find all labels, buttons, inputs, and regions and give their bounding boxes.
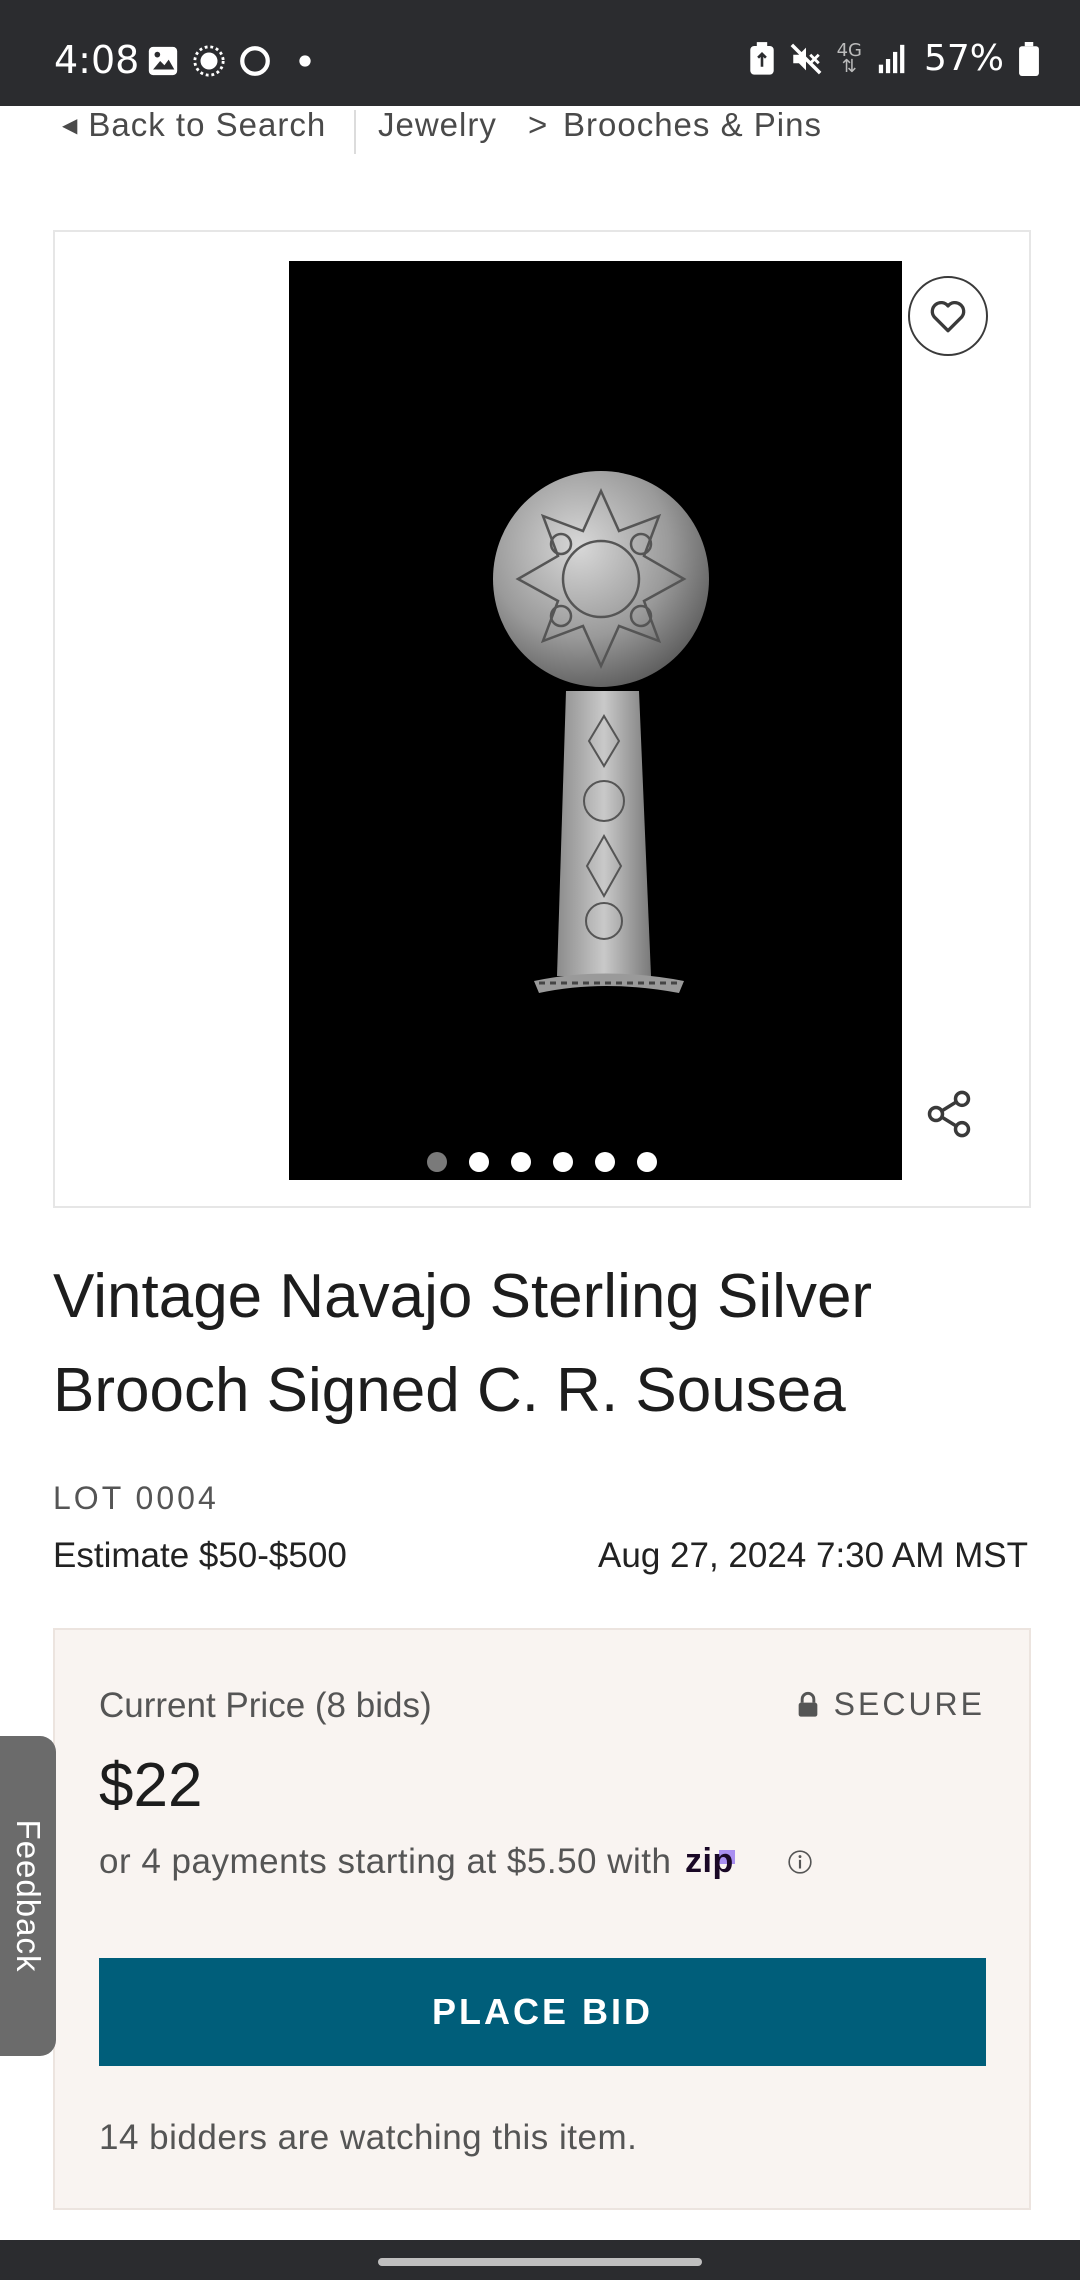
favorite-button[interactable] xyxy=(908,276,988,356)
current-price: $22 xyxy=(99,1751,203,1820)
payments-line: or 4 payments starting at $5.50 with zip xyxy=(99,1842,813,1882)
watchers-text: 14 bidders are watching this item. xyxy=(99,2118,638,2157)
back-to-search-link[interactable]: ◀ Back to Search xyxy=(62,106,326,144)
lot-number: LOT 0004 xyxy=(53,1480,219,1516)
lock-icon xyxy=(798,1691,817,1717)
back-to-search-label: Back to Search xyxy=(88,106,327,143)
place-bid-button[interactable]: PLACE BID xyxy=(99,1958,986,2066)
status-bar: 4:08 4G ⇅ 57% xyxy=(0,0,1080,106)
auction-date: Aug 27, 2024 7:30 AM MST xyxy=(598,1536,1028,1575)
secure-badge: SECURE xyxy=(796,1686,985,1723)
dot-icon xyxy=(299,55,311,67)
4g-icon: 4G ⇅ xyxy=(836,39,862,77)
battery-icon xyxy=(1019,41,1039,76)
chevron-right-icon: > xyxy=(528,106,549,143)
bid-panel: Current Price (8 bids) SECURE $22 or 4 p… xyxy=(53,1628,1031,2210)
status-time: 4:08 xyxy=(54,38,140,82)
feedback-tab[interactable]: Feedback xyxy=(0,1736,56,2056)
zip-logo[interactable]: zip xyxy=(683,1842,775,1882)
record-icon xyxy=(193,45,225,77)
feedback-label: Feedback xyxy=(10,1819,47,1973)
gallery-dot[interactable] xyxy=(553,1152,573,1172)
navigation-bar xyxy=(0,2240,1080,2280)
mute-icon xyxy=(790,43,821,74)
gallery-dot[interactable] xyxy=(637,1152,657,1172)
share-button[interactable] xyxy=(917,1082,981,1146)
signal-icon xyxy=(878,44,905,73)
image-gallery xyxy=(53,230,1031,1208)
heart-icon xyxy=(930,301,966,333)
item-title: Vintage Navajo Sterling Silver Brooch Si… xyxy=(53,1262,873,1425)
caret-left-icon: ◀ xyxy=(62,114,79,137)
circle-icon xyxy=(240,46,270,76)
status-right: 4G ⇅ 57% xyxy=(749,38,1040,79)
product-photo[interactable] xyxy=(289,261,902,1180)
breadcrumb-divider xyxy=(354,110,356,154)
breadcrumb-brooches-link[interactable]: Brooches & Pins xyxy=(563,106,822,144)
info-icon[interactable] xyxy=(787,1849,813,1875)
breadcrumb: ◀ Back to Search Jewelry > Brooches & Pi… xyxy=(0,106,1080,156)
secure-label: SECURE xyxy=(833,1686,985,1722)
breadcrumb-jewelry-link[interactable]: Jewelry xyxy=(378,106,497,144)
payments-text: or 4 payments starting at $5.50 with xyxy=(99,1842,672,1881)
zip-logo-mark: zip xyxy=(685,1842,736,1880)
zip-logo-text: zip xyxy=(685,1842,734,1880)
share-icon xyxy=(927,1090,971,1138)
battery-percent: 57% xyxy=(923,38,1004,79)
gallery-dot[interactable] xyxy=(427,1152,447,1172)
gallery-icon xyxy=(148,46,178,76)
gallery-dot[interactable] xyxy=(469,1152,489,1172)
gallery-pagination xyxy=(55,1152,1029,1172)
gallery-dot[interactable] xyxy=(595,1152,615,1172)
current-price-label: Current Price (8 bids) xyxy=(99,1686,432,1725)
gallery-dot[interactable] xyxy=(511,1152,531,1172)
brooch-image xyxy=(493,471,709,993)
battery-saver-icon xyxy=(749,41,774,75)
estimate: Estimate $50-$500 xyxy=(53,1536,347,1575)
home-gesture-handle[interactable] xyxy=(378,2258,702,2266)
